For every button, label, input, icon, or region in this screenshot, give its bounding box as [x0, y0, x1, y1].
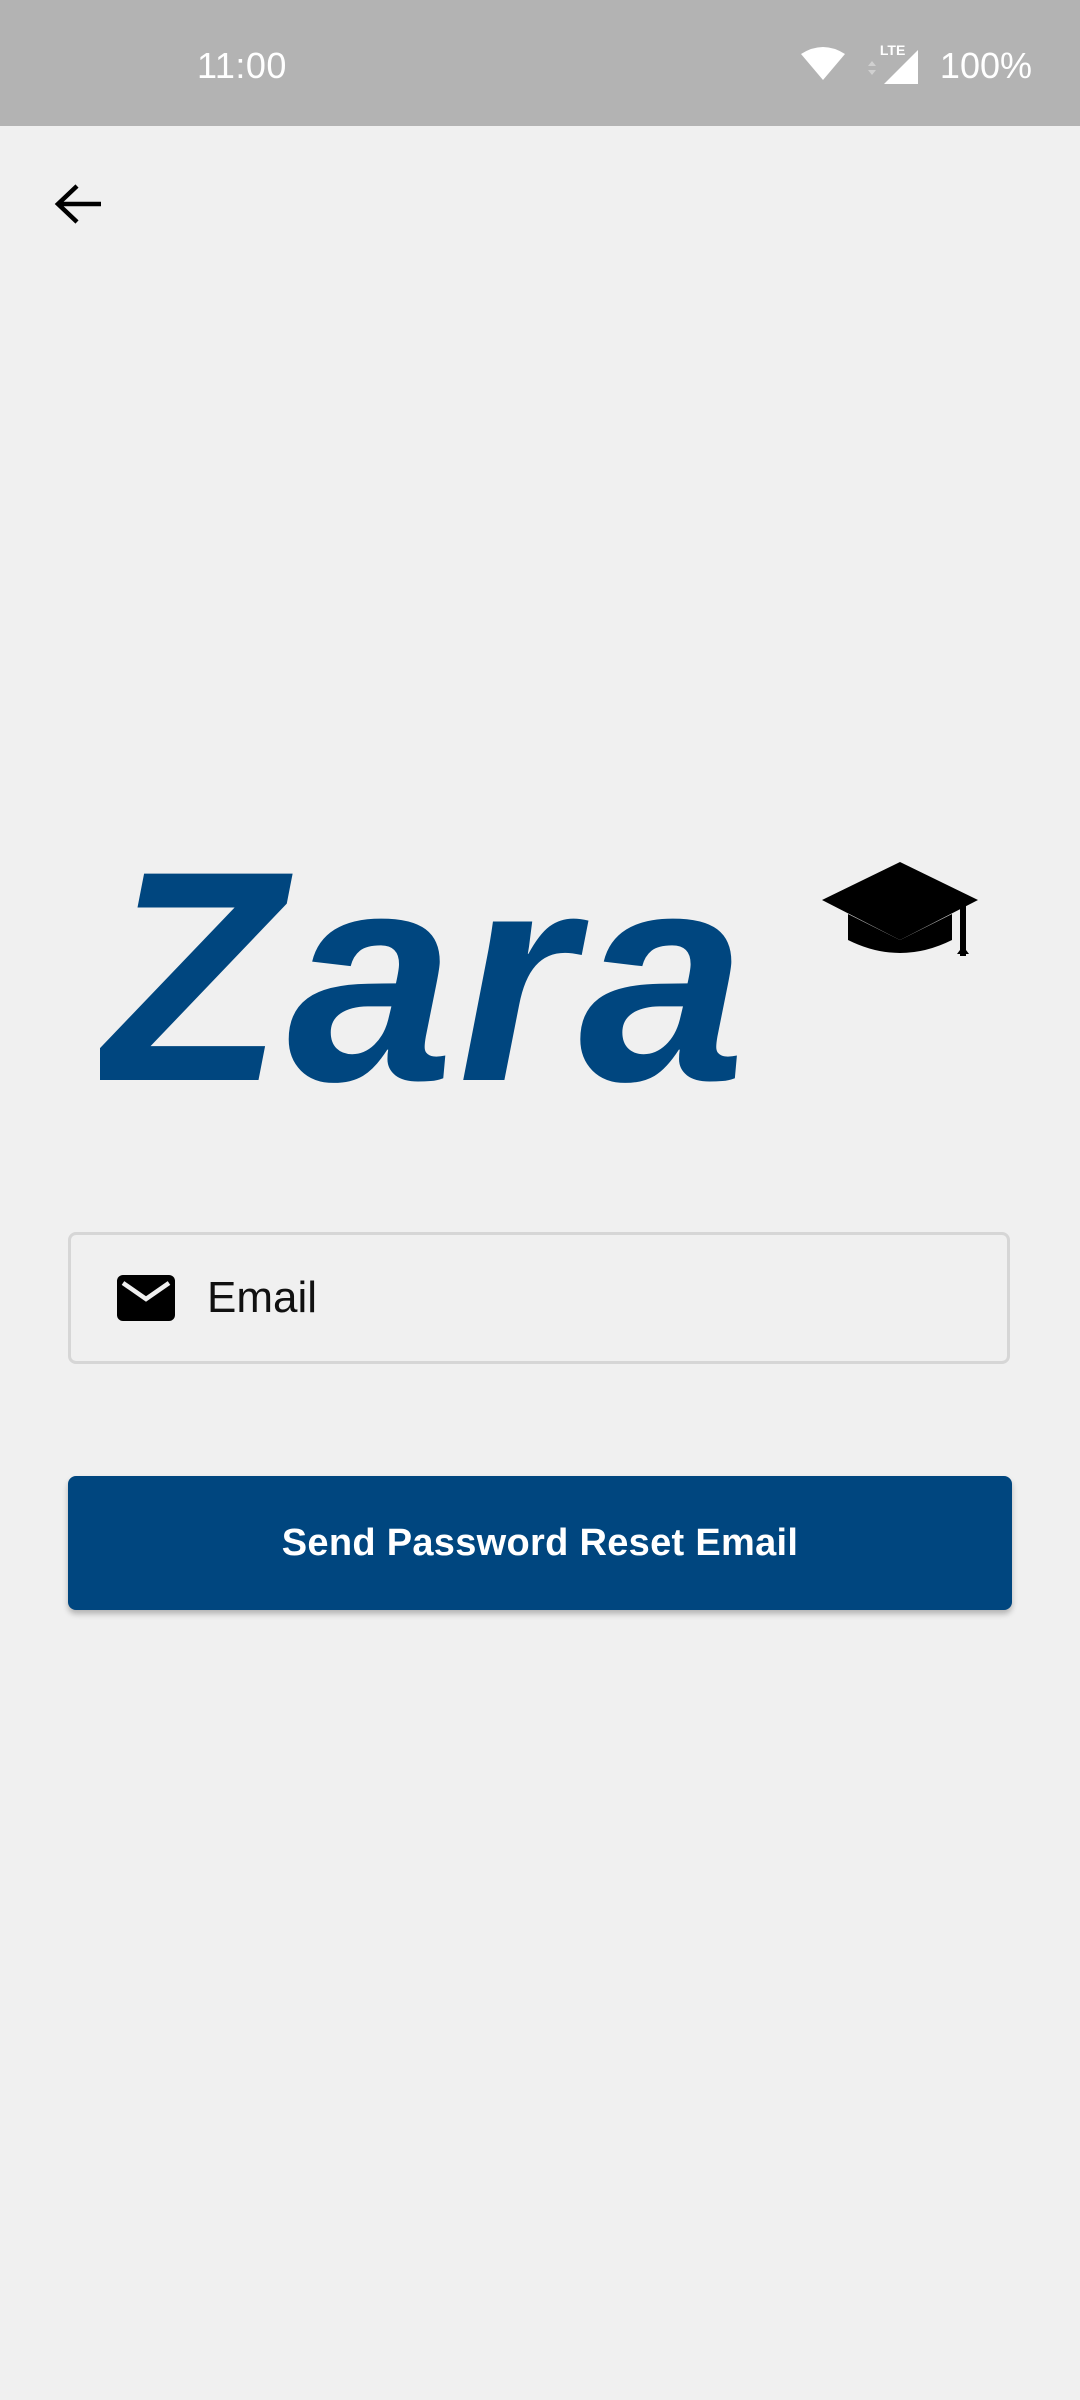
- status-icons: LTE 100%: [800, 42, 1032, 88]
- signal-icon: LTE: [864, 42, 922, 88]
- arrow-left-icon: [53, 182, 103, 231]
- logo-text: Zara: [100, 820, 750, 1100]
- status-bar: 11:00 LTE 100%: [0, 0, 1080, 126]
- back-button[interactable]: [36, 164, 120, 248]
- send-password-reset-button[interactable]: Send Password Reset Email: [68, 1476, 1012, 1610]
- status-time: 11:00: [197, 45, 287, 86]
- battery-percentage: 100%: [939, 45, 1032, 86]
- wifi-icon: [800, 46, 846, 87]
- graduation-cap-icon: [822, 862, 978, 956]
- app-logo: Zara: [91, 808, 980, 1144]
- email-field[interactable]: [68, 1232, 1010, 1364]
- envelope-icon: [117, 1275, 175, 1321]
- network-type-label: LTE: [879, 42, 906, 58]
- email-input[interactable]: [207, 1258, 967, 1338]
